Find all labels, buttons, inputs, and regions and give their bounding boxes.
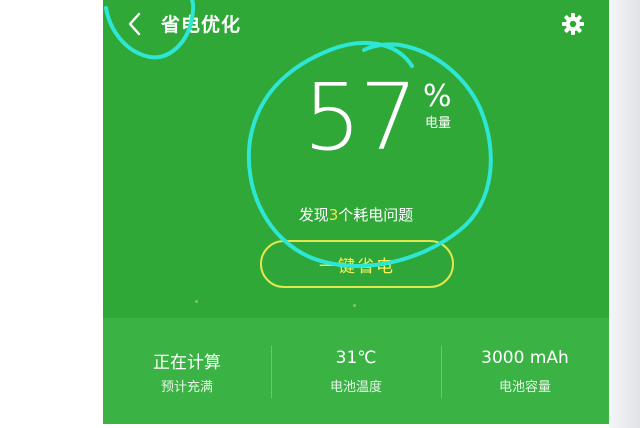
stat-label: 电池温度 xyxy=(329,380,382,395)
sparkle xyxy=(195,300,198,303)
chevron-left-icon xyxy=(128,12,141,36)
stat-temperature: 31℃ 电池温度 xyxy=(272,318,440,424)
gear-icon xyxy=(562,13,584,35)
power-saving-screen: 省电优化 57 % 电量 发现3个耗电问题 一键省电 正在计算 预计充满 31℃… xyxy=(103,0,609,424)
stat-value: 3000 mAh xyxy=(481,348,569,368)
header-bar: 省电优化 xyxy=(103,0,609,50)
battery-percent-value: 57 xyxy=(303,64,418,171)
issues-suffix: 个耗电问题 xyxy=(338,206,414,224)
stat-capacity: 3000 mAh 电池容量 xyxy=(441,318,609,424)
screenshot-stage: 省电优化 57 % 电量 发现3个耗电问题 一键省电 正在计算 预计充满 31℃… xyxy=(0,0,640,428)
stat-value: 正在计算 xyxy=(153,353,221,373)
stat-label: 电池容量 xyxy=(498,380,551,395)
battery-stats-panel: 正在计算 预计充满 31℃ 电池温度 3000 mAh 电池容量 xyxy=(103,318,609,424)
back-button[interactable] xyxy=(121,10,147,38)
issues-summary: 发现3个耗电问题 xyxy=(103,204,609,225)
issues-count: 3 xyxy=(328,206,339,224)
one-key-save-button[interactable]: 一键省电 xyxy=(260,240,454,288)
stat-value: 31℃ xyxy=(335,348,377,368)
settings-button[interactable] xyxy=(559,10,587,38)
left-margin xyxy=(0,0,103,428)
battery-caption: 电量 xyxy=(425,116,452,131)
issues-prefix: 发现 xyxy=(298,206,329,224)
stat-charge-time: 正在计算 预计充满 xyxy=(103,318,271,424)
battery-percent-sign: % xyxy=(423,79,452,114)
sparkle xyxy=(353,304,356,307)
right-margin xyxy=(609,0,640,428)
page-title: 省电优化 xyxy=(161,14,242,36)
stat-label: 预计充满 xyxy=(160,380,213,395)
